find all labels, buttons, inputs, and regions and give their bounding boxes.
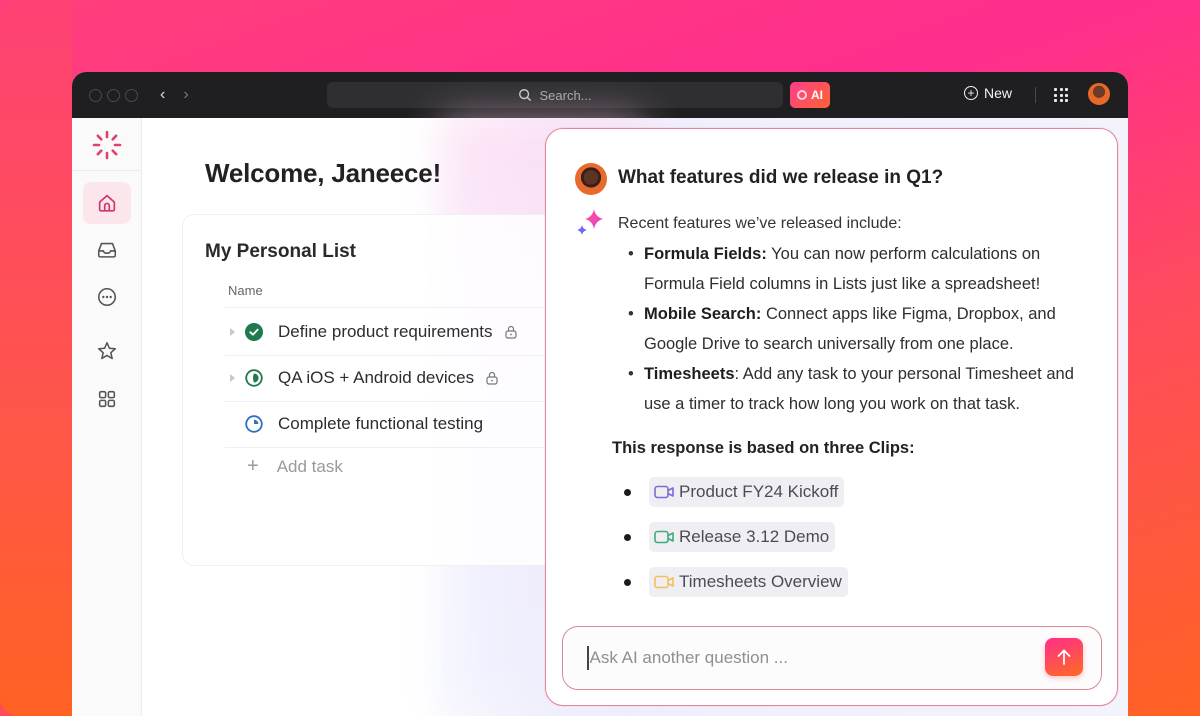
- sidebar-divider: [72, 170, 142, 171]
- bullet: [624, 488, 631, 496]
- feature-item: Timesheets: Add any task to your persona…: [626, 359, 1086, 419]
- user-question: What features did we release in Q1?: [618, 167, 944, 188]
- status-started-icon[interactable]: [245, 415, 263, 433]
- back-button[interactable]: ‹: [160, 87, 165, 103]
- clip-link[interactable]: Release 3.12 Demo: [649, 522, 836, 552]
- expand-caret-icon[interactable]: [230, 328, 235, 336]
- row-divider: [225, 307, 585, 308]
- app-window: ‹ › Search... AI + New Welcome, Janeece!…: [72, 72, 1128, 716]
- task-row[interactable]: Define product requirements: [225, 309, 585, 355]
- clip-item: Timesheets Overview: [624, 567, 848, 597]
- maximize-window-button[interactable]: [125, 88, 138, 102]
- sidebar-item-home[interactable]: [83, 182, 131, 224]
- lock-icon: [486, 371, 498, 385]
- feature-title: Timesheets: [644, 365, 735, 383]
- search-bar[interactable]: Search...: [327, 82, 783, 108]
- new-label: New: [984, 85, 1013, 101]
- add-task-button[interactable]: + Add task: [247, 455, 343, 478]
- feature-title: Mobile Search:: [644, 305, 762, 323]
- background-left-edge: [0, 0, 72, 716]
- bullet: [624, 578, 631, 586]
- video-clip-icon: [654, 530, 674, 544]
- status-complete-icon[interactable]: [245, 323, 263, 341]
- more-icon: [97, 287, 117, 307]
- feature-list: Formula Fields: You can now perform calc…: [626, 239, 1086, 419]
- clip-link[interactable]: Product FY24 Kickoff: [649, 477, 845, 507]
- task-row[interactable]: Complete functional testing: [225, 401, 585, 447]
- clip-label: Timesheets Overview: [679, 572, 842, 591]
- add-task-label: Add task: [276, 456, 343, 476]
- sidebar: [72, 118, 142, 716]
- window-controls: [89, 88, 138, 102]
- feature-item: Formula Fields: You can now perform calc…: [626, 239, 1086, 299]
- text-cursor: [587, 646, 589, 670]
- plus-circle-icon: +: [964, 86, 978, 100]
- list-title: My Personal List: [205, 241, 356, 262]
- logo-icon: [92, 130, 122, 160]
- lock-icon: [504, 325, 517, 339]
- column-header-name[interactable]: Name: [228, 283, 263, 298]
- task-row[interactable]: QA iOS + Android devices: [225, 355, 585, 401]
- task-name[interactable]: Complete functional testing: [278, 414, 483, 434]
- status-in-progress-icon[interactable]: [245, 369, 263, 387]
- ai-label: AI: [811, 88, 823, 102]
- clip-item: Product FY24 Kickoff: [624, 477, 845, 507]
- video-clip-icon: [654, 485, 674, 499]
- task-name[interactable]: QA iOS + Android devices: [278, 368, 474, 388]
- sidebar-item-favorites[interactable]: [83, 330, 131, 372]
- clip-label: Product FY24 Kickoff: [679, 482, 839, 501]
- page-title: Welcome, Janeece!: [205, 158, 442, 188]
- main-content: Welcome, Janeece! My Personal List Name …: [142, 118, 1128, 716]
- user-avatar: [575, 163, 607, 195]
- minimize-window-button[interactable]: [107, 88, 120, 102]
- ask-ai-input[interactable]: [589, 648, 1030, 668]
- forward-button[interactable]: ›: [183, 87, 188, 103]
- bullet: [624, 533, 631, 541]
- titlebar-divider: [1035, 87, 1036, 103]
- star-icon: [97, 341, 117, 360]
- inbox-icon: [97, 242, 117, 258]
- home-icon: [98, 194, 116, 212]
- task-name[interactable]: Define product requirements: [278, 322, 493, 342]
- sidebar-item-spaces[interactable]: [83, 378, 131, 420]
- new-button[interactable]: + New: [964, 85, 1012, 101]
- answer-intro: Recent features we’ve released include:: [618, 215, 902, 232]
- personal-list-card: My Personal List Name Define product req…: [182, 214, 585, 566]
- apps-icon: [98, 390, 116, 408]
- ask-ai-box: [562, 626, 1102, 690]
- sidebar-item-inbox[interactable]: [83, 229, 131, 271]
- expand-caret-icon[interactable]: [230, 374, 235, 382]
- user-avatar[interactable]: [1088, 83, 1110, 105]
- feature-item: Mobile Search: Connect apps like Figma, …: [626, 299, 1086, 359]
- clips-heading: This response is based on three Clips:: [612, 439, 915, 457]
- clip-item: Release 3.12 Demo: [624, 522, 836, 552]
- ai-chat-panel: What features did we release in Q1? Rece…: [545, 128, 1118, 706]
- ai-icon: [797, 90, 807, 100]
- search-icon: [519, 89, 532, 101]
- apps-grid-icon[interactable]: [1054, 88, 1068, 102]
- arrow-up-icon: [1057, 649, 1071, 665]
- sidebar-item-chat[interactable]: [83, 276, 131, 318]
- clip-link[interactable]: Timesheets Overview: [649, 567, 848, 597]
- close-window-button[interactable]: [89, 88, 102, 102]
- video-clip-icon: [654, 575, 674, 589]
- titlebar: ‹ › Search... AI + New: [72, 72, 1128, 118]
- clip-label: Release 3.12 Demo: [679, 527, 830, 546]
- row-divider: [225, 447, 585, 448]
- search-placeholder: Search...: [539, 87, 592, 103]
- expand-caret-placeholder: [230, 420, 235, 428]
- feature-title: Formula Fields:: [644, 245, 767, 263]
- ai-button[interactable]: AI: [790, 82, 830, 108]
- plus-icon: +: [247, 455, 259, 477]
- ai-sparkle-icon: [577, 209, 603, 235]
- send-button[interactable]: [1045, 638, 1083, 676]
